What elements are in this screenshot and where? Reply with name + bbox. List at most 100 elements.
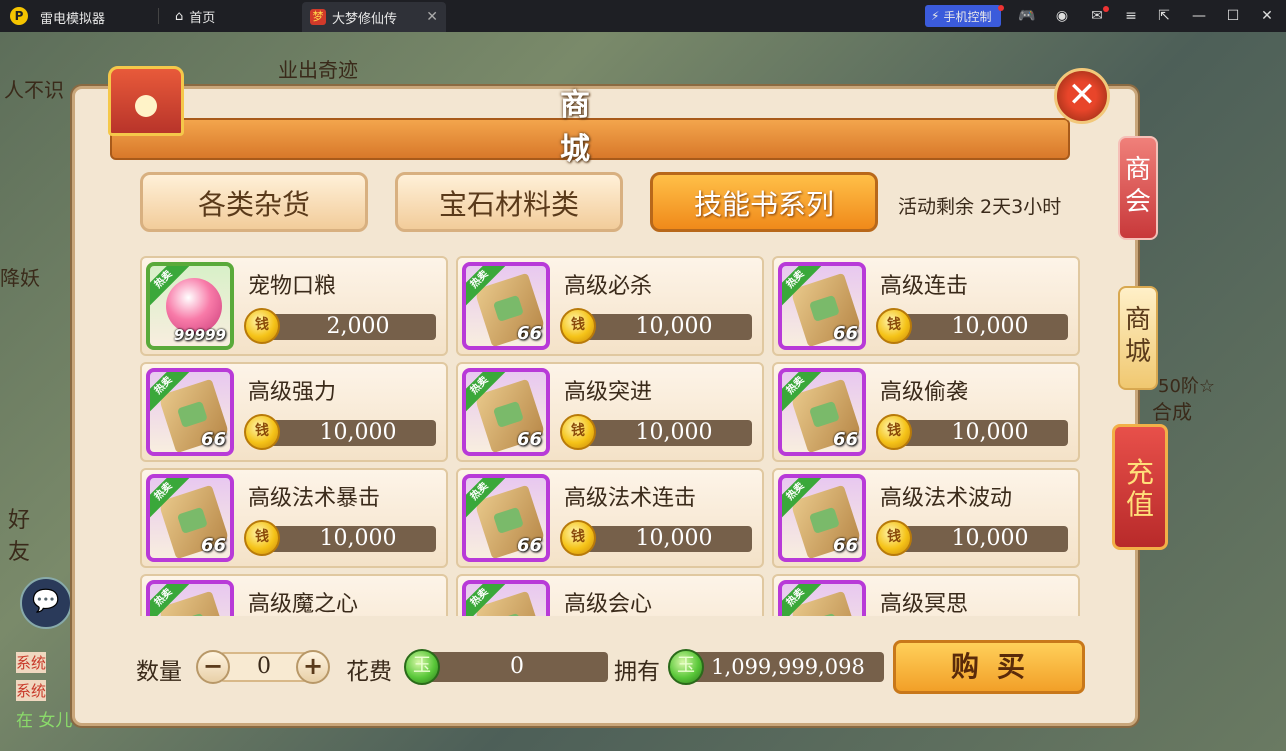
game-tab[interactable]: 梦 大梦修仙传 ✕ — [302, 2, 446, 32]
bg-text: 好友 — [8, 508, 31, 565]
maximize-icon[interactable]: ☐ — [1224, 7, 1242, 25]
jade-currency-icon: 玉 — [668, 649, 704, 685]
coin-icon: 钱 — [560, 520, 596, 556]
item-price: 10,000 — [574, 420, 752, 446]
item-price: 10,000 — [574, 526, 752, 552]
item-card[interactable]: 热卖 66 高级法术暴击 钱 10,000 — [140, 468, 448, 568]
coin-icon: 钱 — [244, 414, 280, 450]
skill-scroll-icon: 热卖 66 — [462, 262, 550, 350]
item-card[interactable]: 热卖 66 高级连击 钱 10,000 — [772, 256, 1080, 356]
decrease-quantity-button[interactable]: − — [196, 650, 230, 684]
close-shop-button[interactable]: ✕ — [1054, 68, 1110, 124]
side-tab-mall[interactable]: 商城 — [1118, 286, 1158, 390]
phone-control-label: 手机控制 — [943, 9, 992, 24]
home-icon: ⌂ — [175, 8, 184, 24]
minimize-icon[interactable]: — — [1190, 7, 1208, 25]
chat-bubble-icon[interactable]: 💬 — [20, 577, 72, 629]
cost-label: 花费 — [346, 659, 392, 685]
owned-label: 拥有 — [614, 659, 660, 685]
coin-icon: 钱 — [876, 414, 912, 450]
bg-text: 在 女儿 — [16, 711, 73, 731]
menu-icon[interactable]: ≡ — [1122, 7, 1140, 25]
side-tab-chamber-of-commerce[interactable]: 商会 — [1118, 136, 1158, 240]
item-name: 高级偷袭 — [880, 380, 969, 405]
item-card[interactable]: 热卖 66 高级突进 钱 10,000 — [456, 362, 764, 462]
skill-scroll-icon: 热卖 66 — [462, 474, 550, 562]
bg-system-tag: 系统 — [16, 680, 47, 701]
close-tab-icon[interactable]: ✕ — [426, 9, 438, 25]
item-card[interactable]: 热卖 高级会心 — [456, 574, 764, 616]
tab-gem-materials[interactable]: 宝石材料类 — [395, 172, 623, 232]
coin-icon: 钱 — [244, 520, 280, 556]
item-name: 高级必杀 — [564, 274, 653, 299]
item-quantity: 66 — [516, 429, 542, 450]
item-card[interactable]: 热卖 66 高级法术波动 钱 10,000 — [772, 468, 1080, 568]
item-name: 高级冥思 — [880, 592, 969, 616]
gamepad-icon[interactable]: 🎮 — [1018, 7, 1036, 25]
item-quantity: 99999 — [173, 326, 226, 344]
tab-skill-books[interactable]: 技能书系列 — [650, 172, 878, 232]
item-name: 宠物口粮 — [248, 274, 337, 299]
item-name: 高级连击 — [880, 274, 969, 299]
item-price: 10,000 — [574, 314, 752, 340]
export-icon[interactable]: ⇱ — [1155, 7, 1173, 25]
skill-scroll-icon: 热卖 — [146, 580, 234, 616]
buy-button[interactable]: 购买 — [893, 640, 1085, 694]
close-window-icon[interactable]: ✕ — [1258, 7, 1276, 25]
item-card[interactable]: 热卖 高级冥思 — [772, 574, 1080, 616]
game-tab-icon: 梦 — [310, 9, 326, 25]
mail-notification-dot — [1103, 6, 1109, 12]
owned-value: 1,099,999,098 — [692, 652, 884, 682]
emulator-titlebar: P 雷电模拟器 ⌂ 首页 梦 大梦修仙传 ✕ ⚡ 手机控制 🎮 ◉ ✉ ≡ ⇱ … — [0, 0, 1286, 32]
pet-food-orb-icon: 热卖 99999 — [146, 262, 234, 350]
item-price: 10,000 — [890, 314, 1068, 340]
item-card[interactable]: 热卖 66 高级强力 钱 10,000 — [140, 362, 448, 462]
item-name: 高级法术波动 — [880, 486, 1013, 511]
game-tab-label: 大梦修仙传 — [332, 11, 398, 27]
item-card[interactable]: 热卖 99999 宠物口粮 钱 2,000 — [140, 256, 448, 356]
item-quantity: 66 — [832, 323, 858, 344]
bg-text: 降妖 — [0, 266, 40, 290]
phone-control-button[interactable]: ⚡ 手机控制 — [925, 5, 1001, 27]
notification-dot — [998, 5, 1004, 11]
bg-system-tag: 系统 — [16, 652, 47, 673]
item-grid: 热卖 99999 宠物口粮 钱 2,000 热卖 66 高级必杀 钱 10,000 … — [140, 256, 1090, 616]
item-card[interactable]: 热卖 66 高级偷袭 钱 10,000 — [772, 362, 1080, 462]
home-tab-label: 首页 — [189, 10, 216, 26]
skill-scroll-icon: 热卖 66 — [778, 262, 866, 350]
item-name: 高级会心 — [564, 592, 653, 616]
item-name: 高级魔之心 — [248, 592, 359, 616]
item-price: 2,000 — [258, 314, 436, 340]
jade-currency-icon: 玉 — [404, 649, 440, 685]
item-quantity: 66 — [516, 323, 542, 344]
cost-value: 0 — [426, 652, 608, 682]
titlebar-divider — [158, 8, 159, 24]
emulator-logo-icon: P — [10, 7, 28, 25]
activity-remaining-text: 活动剩余 2天3小时 — [898, 196, 1062, 218]
increase-quantity-button[interactable]: + — [296, 650, 330, 684]
shop-title: 商 城 — [560, 88, 602, 167]
item-card[interactable]: 热卖 66 高级必杀 钱 10,000 — [456, 256, 764, 356]
item-name: 高级突进 — [564, 380, 653, 405]
item-card[interactable]: 热卖 66 高级法术连击 钱 10,000 — [456, 468, 764, 568]
user-icon[interactable]: ◉ — [1053, 7, 1071, 25]
coin-icon: 钱 — [876, 520, 912, 556]
lightning-icon: ⚡ — [931, 9, 940, 23]
home-tab[interactable]: ⌂ 首页 — [165, 0, 225, 32]
item-price: 10,000 — [890, 526, 1068, 552]
coin-icon: 钱 — [244, 308, 280, 344]
tab-general-goods[interactable]: 各类杂货 — [140, 172, 368, 232]
bg-text: 合成 — [1152, 400, 1192, 424]
item-quantity: 66 — [516, 535, 542, 556]
item-price: 10,000 — [258, 420, 436, 446]
skill-scroll-icon: 热卖 66 — [462, 368, 550, 456]
item-quantity: 66 — [200, 535, 226, 556]
item-card[interactable]: 热卖 高级魔之心 — [140, 574, 448, 616]
bg-text: 业出奇迹 — [278, 58, 358, 82]
coin-icon: 钱 — [876, 308, 912, 344]
skill-scroll-icon: 热卖 66 — [146, 368, 234, 456]
quantity-input[interactable]: 0 — [220, 652, 308, 682]
skill-scroll-icon: 热卖 — [778, 580, 866, 616]
side-tab-recharge[interactable]: 充值 — [1112, 424, 1168, 550]
item-quantity: 66 — [832, 535, 858, 556]
